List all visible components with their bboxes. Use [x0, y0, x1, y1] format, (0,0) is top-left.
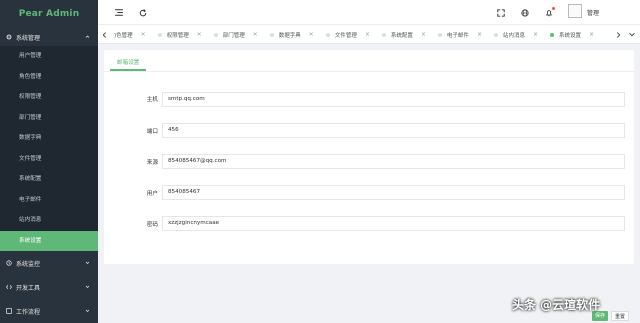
tab-dot — [325, 32, 330, 37]
host-label: 主机 — [146, 97, 158, 103]
chevron-left-icon[interactable] — [98, 25, 110, 43]
app-logo[interactable]: Pear Admin — [0, 0, 98, 28]
tab-dot — [213, 32, 218, 37]
host-input[interactable]: smtp.qq.com — [162, 92, 625, 107]
user-input[interactable]: 854085467 — [162, 185, 625, 200]
tab-strip: )色管理 × 权限管理 × 部门管理 × 数据字典 × 文件管理 × 系统配置 × 电子邮件… — [112, 25, 600, 43]
sidebar-item-settings[interactable]: 系统设置 — [0, 230, 98, 251]
gear-icon — [6, 34, 12, 40]
tab-dot — [493, 32, 498, 37]
tab-dot — [550, 32, 555, 37]
tab-email-settings[interactable]: 邮箱设置 — [110, 55, 147, 71]
tab-files[interactable]: 文件管理 × — [320, 25, 376, 43]
sidebar-group-label: 系统监控 — [16, 260, 41, 268]
watermark: 头条 @云瑄软件 — [512, 298, 601, 312]
sidebar-group-label: 工作流程 — [16, 308, 41, 316]
close-icon[interactable]: × — [477, 31, 482, 38]
password-label: 密码 — [146, 222, 158, 228]
sidebar-group-monitor[interactable]: 系统监控 — [0, 251, 98, 275]
close-icon[interactable]: × — [589, 31, 594, 38]
monitor-icon — [6, 260, 12, 266]
sidebar-item-roles[interactable]: 角色管理 — [0, 67, 98, 88]
chevron-down-icon — [85, 285, 90, 289]
tab-dictionary[interactable]: 数据字典 × — [264, 25, 320, 43]
menu-toggle-icon[interactable] — [114, 8, 123, 17]
sidebar-item-departments[interactable]: 部门管理 — [0, 108, 98, 129]
flow-icon — [6, 308, 12, 314]
sidebar-item-permissions[interactable]: 权限管理 — [0, 87, 98, 108]
sidebar-item-messages[interactable]: 站内消息 — [0, 210, 98, 231]
tab-label: )色管理 — [114, 32, 133, 39]
chevron-down-icon[interactable] — [626, 25, 638, 43]
sidebar-item-files[interactable]: 文件管理 — [0, 149, 98, 170]
chevron-down-icon — [85, 261, 90, 265]
tab-label: 系统配置 — [390, 32, 413, 39]
chevron-up-icon — [85, 35, 90, 38]
sidebar-group-workflow[interactable]: 工作流程 — [0, 299, 98, 323]
settings-card: 邮箱设置 主机 smtp.qq.com 端口 456 来源 854085467@… — [104, 50, 634, 264]
sidebar: Pear Admin 系统管理 用户管理 角色管理 权限管理 部门管理 数据字典… — [0, 0, 98, 323]
tab-config[interactable]: 系统配置 × — [376, 25, 432, 43]
tab-label: 系统设置 — [559, 32, 582, 39]
tab-label: 站内消息 — [502, 32, 525, 39]
sidebar-submenu: 用户管理 角色管理 权限管理 部门管理 数据字典 文件管理 系统配置 电子邮件 … — [0, 46, 98, 251]
sidebar-group-label: 开发工具 — [16, 284, 41, 292]
sidebar-group-label: 系统管理 — [16, 34, 41, 42]
tab-label: 电子邮件 — [446, 32, 469, 39]
page-tabs: )色管理 × 权限管理 × 部门管理 × 数据字典 × 文件管理 × 系统配置 × 电子邮件… — [98, 25, 640, 44]
chevron-right-icon[interactable] — [612, 25, 624, 43]
refresh-icon[interactable] — [138, 8, 147, 17]
sidebar-item-email[interactable]: 电子邮件 — [0, 190, 98, 211]
user-label: 用户 — [146, 191, 158, 197]
sidebar-item-users[interactable]: 用户管理 — [0, 46, 98, 67]
tab-departments[interactable]: 部门管理 × — [208, 25, 264, 43]
tab-label: 文件管理 — [334, 32, 357, 39]
password-input[interactable]: xzzjzgincnymcaae — [162, 216, 625, 231]
tab-label: 权限管理 — [166, 32, 189, 39]
globe-icon[interactable] — [520, 8, 529, 17]
tab-label: 数据字典 — [278, 32, 301, 39]
close-icon[interactable]: × — [197, 31, 202, 38]
tab-dot — [157, 32, 162, 37]
admin-name[interactable]: 管理 — [587, 8, 599, 17]
notification-badge — [552, 7, 555, 10]
reset-button[interactable]: 重置 — [611, 311, 630, 321]
port-label: 端口 — [146, 129, 158, 135]
top-header: 管理 — [98, 0, 640, 25]
close-icon[interactable]: × — [253, 31, 258, 38]
tab-label: 部门管理 — [222, 32, 245, 39]
divider — [104, 71, 634, 72]
tab-email[interactable]: 电子邮件 × — [432, 25, 488, 43]
sidebar-item-dictionary[interactable]: 数据字典 — [0, 128, 98, 149]
tab-dot — [381, 32, 386, 37]
chevron-down-icon — [85, 309, 90, 313]
code-icon — [6, 284, 12, 290]
close-icon[interactable]: × — [309, 31, 314, 38]
source-input[interactable]: 854085467@qq.com — [162, 154, 625, 169]
close-icon[interactable]: × — [421, 31, 426, 38]
tab-settings[interactable]: 系统设置 × — [544, 25, 600, 43]
tab-permissions[interactable]: 权限管理 × — [152, 25, 208, 43]
sidebar-group-devtools[interactable]: 开发工具 — [0, 275, 98, 299]
source-label: 来源 — [146, 160, 158, 166]
avatar[interactable] — [568, 4, 582, 18]
sidebar-item-config[interactable]: 系统配置 — [0, 169, 98, 190]
close-icon[interactable]: × — [533, 31, 538, 38]
sidebar-group-system-management[interactable]: 系统管理 — [0, 28, 98, 46]
tab-dot — [269, 32, 274, 37]
port-input[interactable]: 456 — [162, 123, 625, 138]
close-icon[interactable]: × — [365, 31, 370, 38]
tab-messages[interactable]: 站内消息 × — [488, 25, 544, 43]
tab-roles[interactable]: )色管理 × — [112, 25, 152, 43]
tab-dot — [437, 32, 442, 37]
close-icon[interactable]: × — [141, 31, 146, 38]
fullscreen-icon[interactable] — [496, 8, 505, 17]
